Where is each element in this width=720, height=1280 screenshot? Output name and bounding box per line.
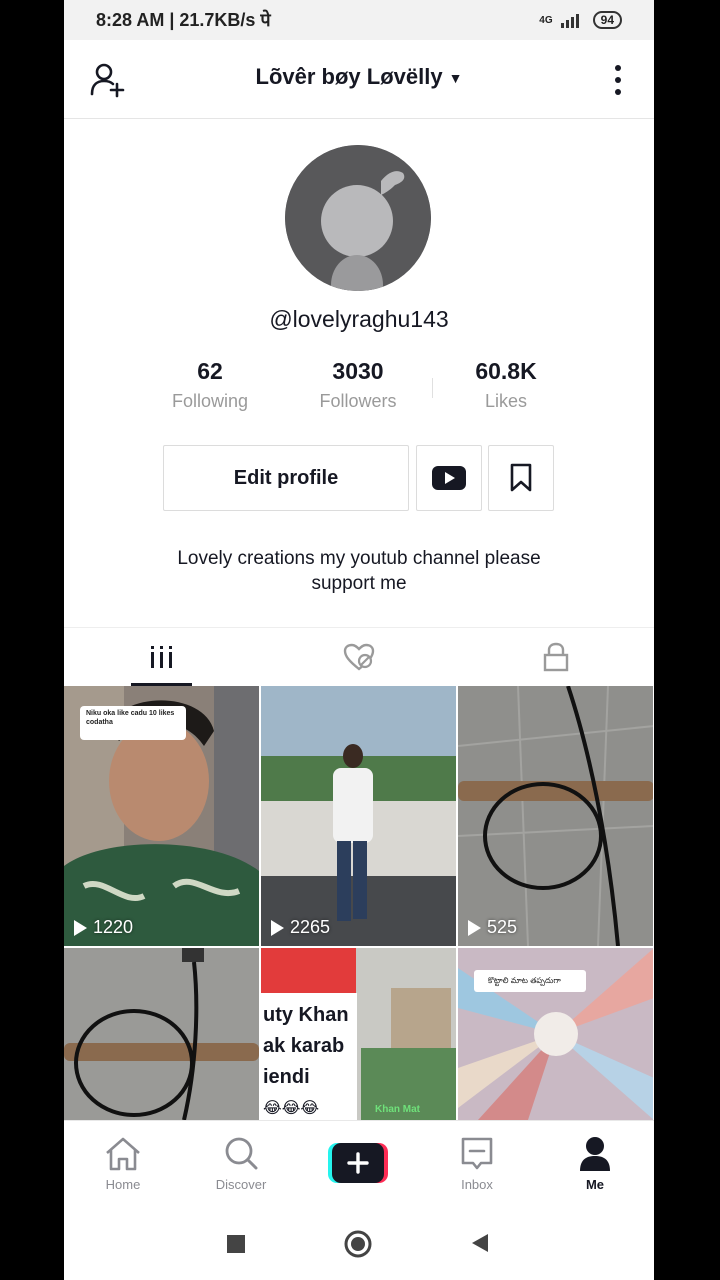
play-count-value: 525 — [487, 917, 518, 937]
stat-value: 60.8K — [475, 358, 537, 384]
plus-icon — [328, 1143, 388, 1183]
overlay-line: ak karab — [263, 1035, 345, 1057]
system-navigation-bar — [64, 1204, 654, 1280]
content-tabs — [64, 627, 654, 686]
lock-icon — [543, 642, 569, 672]
phone-screen: 8:28 AM | 21.7KB/s पे 4G 94 Lõvêr bøy Lø… — [64, 0, 654, 1280]
video-thumbnail[interactable]: Niku oka like cadu 10 likes codatha 1220 — [64, 686, 259, 946]
avatar[interactable] — [285, 145, 431, 291]
nav-create[interactable] — [300, 1121, 418, 1205]
default-avatar-icon — [285, 145, 431, 291]
stat-label: Likes — [484, 391, 528, 411]
video-thumbnail[interactable] — [64, 948, 259, 1120]
nav-discover[interactable]: Discover — [182, 1121, 300, 1205]
home-icon — [106, 1137, 140, 1171]
nav-label: Discover — [215, 1177, 267, 1192]
network-label: 4G — [539, 14, 553, 26]
play-count: 525 — [468, 917, 517, 938]
nav-label: Me — [585, 1177, 605, 1192]
video-thumbnail[interactable]: 525 — [458, 686, 653, 946]
caption-text: కొట్టాలి మాట తప్పదుగా — [488, 976, 561, 985]
inbox-icon — [461, 1137, 493, 1170]
person-icon — [580, 1137, 610, 1171]
caret-down-icon: ▼ — [448, 70, 463, 87]
caption-sticker: Niku oka like cadu 10 likes codatha — [80, 706, 186, 740]
nav-home[interactable]: Home — [64, 1121, 182, 1205]
status-bar: 8:28 AM | 21.7KB/s पे 4G 94 — [64, 0, 654, 40]
nav-label: Inbox — [461, 1177, 493, 1192]
account-name: Lõvêr bøy Løvëlly — [255, 64, 443, 89]
video-thumbnail[interactable]: కొట్టాలి మాట తప్పదుగా — [458, 948, 653, 1120]
play-count-value: 1220 — [93, 917, 134, 937]
stat-label: Followers — [319, 391, 397, 411]
search-icon — [225, 1137, 258, 1170]
youtube-button[interactable] — [416, 445, 482, 511]
overlay-line: uty Khan — [263, 1004, 349, 1026]
caption-text: Niku oka like cadu 10 likes codatha — [86, 710, 175, 726]
stat-value: 62 — [197, 358, 223, 384]
play-count-value: 2265 — [290, 917, 331, 937]
profile-stats: 62 Following 3030 Followers 60.8K Likes — [164, 358, 554, 418]
play-icon — [74, 919, 87, 936]
tab-videos[interactable] — [64, 628, 260, 686]
corner-text: Khan Mat — [375, 1104, 420, 1115]
play-count: 2265 — [271, 917, 330, 938]
stat-divider — [432, 378, 433, 398]
stat-value: 3030 — [332, 358, 384, 384]
stat-following[interactable]: 62 Following — [150, 358, 270, 412]
video-thumbnail[interactable]: uty Khan ak karab iendi 😂😂😂 Khan Mat — [261, 948, 456, 1120]
profile-header: Lõvêr bøy Løvëlly ▼ — [64, 40, 654, 119]
nav-me[interactable]: Me — [536, 1121, 654, 1205]
video-text-overlay: uty Khan ak karab iendi 😂😂😂 — [263, 1000, 349, 1120]
stat-label: Following — [171, 391, 249, 411]
bottom-navigation: Home Discover Inbox Me — [64, 1120, 654, 1205]
video-thumbnail-image — [261, 686, 456, 946]
recent-apps-icon[interactable] — [226, 1234, 246, 1254]
profile-bio: Lovely creations my youtub channel pleas… — [177, 548, 541, 594]
bookmark-icon — [510, 463, 532, 492]
stat-followers[interactable]: 3030 Followers — [298, 358, 418, 412]
caption-sticker: కొట్టాలి మాట తప్పదుగా — [474, 970, 586, 992]
video-thumbnail-image — [458, 686, 653, 946]
liked-heart-icon — [343, 643, 375, 671]
home-circle-icon[interactable] — [344, 1230, 372, 1258]
nav-inbox[interactable]: Inbox — [418, 1121, 536, 1205]
more-vertical-icon[interactable] — [612, 64, 624, 96]
play-count: 1220 — [74, 917, 133, 938]
signal-icon — [560, 14, 579, 28]
tab-private[interactable] — [458, 628, 654, 686]
video-grid: Niku oka like cadu 10 likes codatha 1220… — [64, 686, 654, 1120]
overlay-line: 😂😂😂 — [263, 1100, 320, 1117]
nav-label: Home — [105, 1177, 141, 1192]
play-icon — [271, 919, 284, 936]
overlay-line: iendi — [263, 1066, 310, 1088]
edit-profile-button[interactable]: Edit profile — [163, 445, 409, 511]
video-thumbnail[interactable]: 2265 — [261, 686, 456, 946]
account-switcher[interactable]: Lõvêr bøy Løvëlly ▼ — [64, 64, 654, 90]
youtube-icon — [432, 466, 466, 490]
favorites-button[interactable] — [488, 445, 554, 511]
play-icon — [468, 919, 481, 936]
battery-indicator: 94 — [592, 11, 622, 29]
username: @lovelyraghu143 — [269, 306, 449, 332]
status-time: 8:28 AM | 21.7KB/s पे — [96, 10, 271, 30]
video-thumbnail-image — [64, 948, 259, 1120]
status-icons: 4G 94 — [539, 11, 622, 29]
grid-icon — [151, 646, 172, 668]
stat-likes[interactable]: 60.8K Likes — [446, 358, 566, 412]
back-icon[interactable] — [468, 1232, 490, 1254]
tab-liked[interactable] — [261, 628, 457, 686]
